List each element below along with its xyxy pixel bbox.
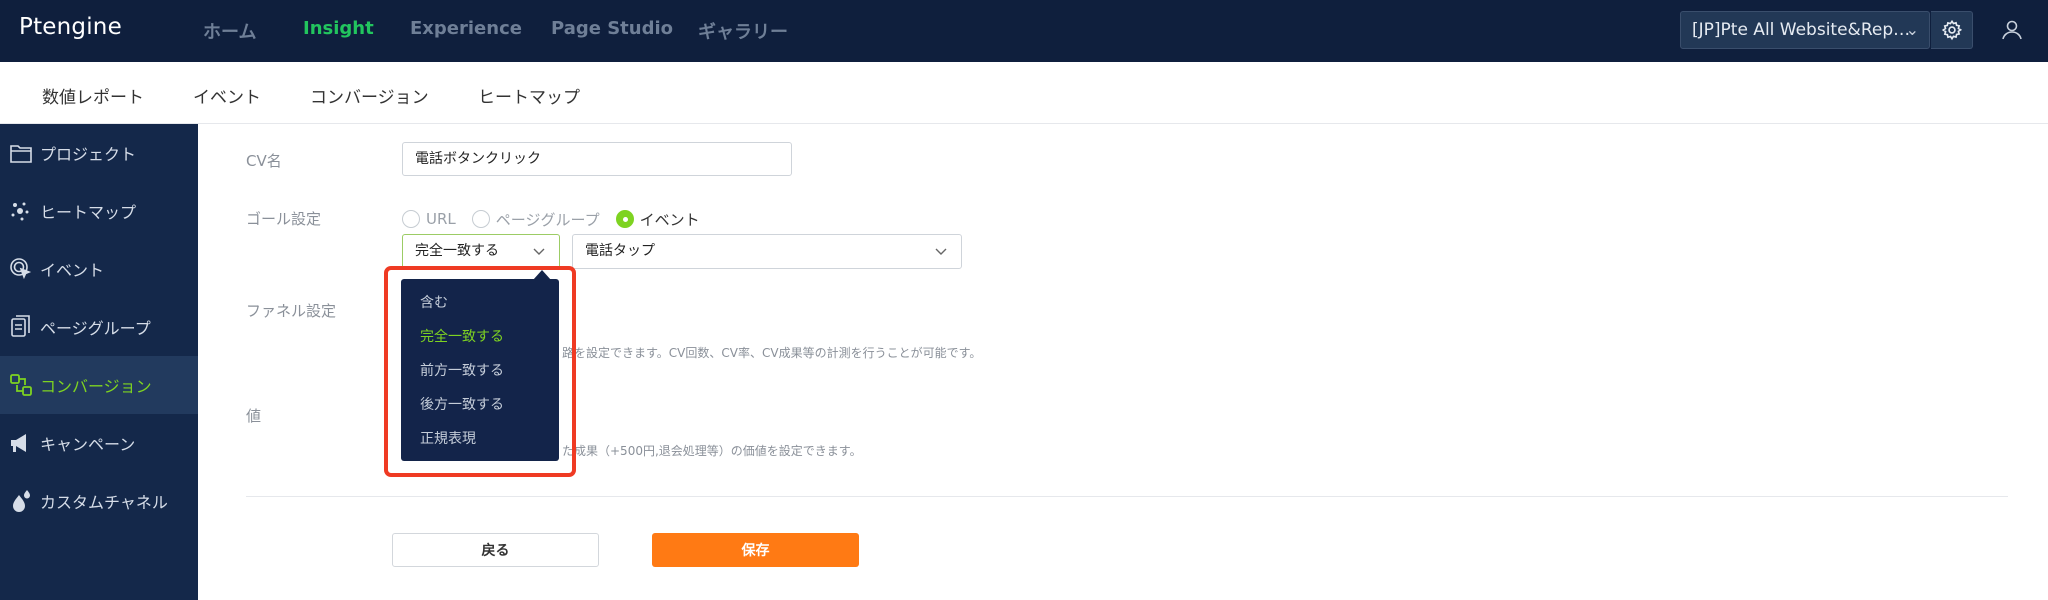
subnav-conversion[interactable]: コンバージョン [310, 83, 429, 108]
goal-radio-page-group[interactable] [471, 210, 490, 228]
conversion-icon [8, 372, 34, 398]
value-label: 値 [246, 407, 262, 425]
heatmap-dots-icon [8, 198, 34, 224]
sidebar: プロジェクト ヒートマップ イベント ページグループ コンバージョン キャンペー… [0, 124, 198, 600]
click-target-icon [8, 256, 34, 282]
annotation-highlight-box [384, 266, 576, 477]
pages-icon [8, 314, 34, 340]
settings-button[interactable] [1931, 11, 1973, 49]
goal-setting-label: ゴール設定 [246, 210, 322, 228]
form-divider [246, 496, 2008, 497]
sidebar-item-event[interactable]: イベント [0, 240, 198, 298]
funnel-setting-label: ファネル設定 [246, 302, 337, 320]
goal-radio-page-group-label[interactable]: ページグループ [496, 209, 600, 230]
sidebar-item-conversion[interactable]: コンバージョン [0, 356, 198, 414]
user-menu-button[interactable] [1995, 13, 2029, 47]
topnav-insight[interactable]: Insight [303, 18, 374, 39]
site-selector-value: [JP]Pte All Website&Rep… [1692, 20, 1911, 40]
topnav-experience[interactable]: Experience [410, 18, 522, 39]
sidebar-item-heatmap[interactable]: ヒートマップ [0, 182, 198, 240]
sidebar-item-campaign[interactable]: キャンペーン [0, 414, 198, 472]
chevron-down-icon: ⌄ [1905, 20, 1919, 39]
event-select-value: 電話タップ [585, 243, 655, 259]
match-type-select[interactable]: 完全一致する [402, 234, 560, 269]
sidebar-item-label: コンバージョン [40, 377, 152, 396]
match-type-value: 完全一致する [415, 243, 499, 259]
sidebar-item-page-group[interactable]: ページグループ [0, 298, 198, 356]
site-selector[interactable]: [JP]Pte All Website&Rep… ⌄ [1680, 11, 1930, 49]
sidebar-item-custom-channel[interactable]: カスタムチャネル [0, 472, 198, 530]
sidebar-item-label: カスタムチャネル [40, 493, 168, 512]
goal-type-radio-group: URL ページグループ イベント [402, 208, 716, 230]
goal-radio-url-label[interactable]: URL [426, 210, 456, 228]
subnav-event[interactable]: イベント [193, 83, 261, 108]
chevron-down-icon [935, 235, 947, 281]
goal-radio-event[interactable] [615, 210, 634, 228]
goal-radio-event-label[interactable]: イベント [640, 209, 700, 230]
sidebar-item-label: プロジェクト [40, 145, 137, 164]
value-hint-text: た成果（+500円,退会処理等）の価値を設定できます。 [562, 444, 862, 458]
save-button[interactable]: 保存 [652, 533, 859, 567]
drops-icon [8, 488, 34, 514]
topnav-home[interactable]: ホーム [203, 18, 256, 44]
back-button[interactable]: 戻る [392, 533, 599, 567]
topnav-gallery[interactable]: ギャラリー [698, 18, 788, 44]
topnav-page-studio[interactable]: Page Studio [551, 18, 673, 39]
funnel-hint-text: 路を設定できます。CV回数、CV率、CV成果等の計測を行うことが可能です。 [562, 346, 982, 360]
sidebar-item-label: イベント [40, 261, 105, 280]
cv-name-label: CV名 [246, 152, 282, 170]
cv-name-input[interactable]: 電話ボタンクリック [402, 142, 792, 176]
sub-nav-bar: 数値レポート イベント コンバージョン ヒートマップ [0, 62, 2048, 124]
goal-radio-url[interactable] [402, 210, 420, 228]
megaphone-icon [8, 430, 34, 456]
top-nav-bar: Ptengine ホーム Insight Experience Page Stu… [0, 0, 2048, 62]
sidebar-item-project[interactable]: プロジェクト [0, 124, 198, 182]
sidebar-item-label: ページグループ [40, 319, 151, 338]
gear-icon [1941, 19, 1962, 41]
sidebar-item-label: キャンペーン [40, 435, 136, 454]
event-select[interactable]: 電話タップ [572, 234, 962, 269]
ptengine-logo[interactable]: Ptengine [19, 14, 122, 40]
sidebar-item-label: ヒートマップ [40, 203, 137, 222]
user-icon [2002, 20, 2022, 40]
subnav-heatmap[interactable]: ヒートマップ [478, 83, 580, 108]
subnav-numeric-report[interactable]: 数値レポート [42, 83, 144, 108]
folder-icon [8, 140, 34, 166]
